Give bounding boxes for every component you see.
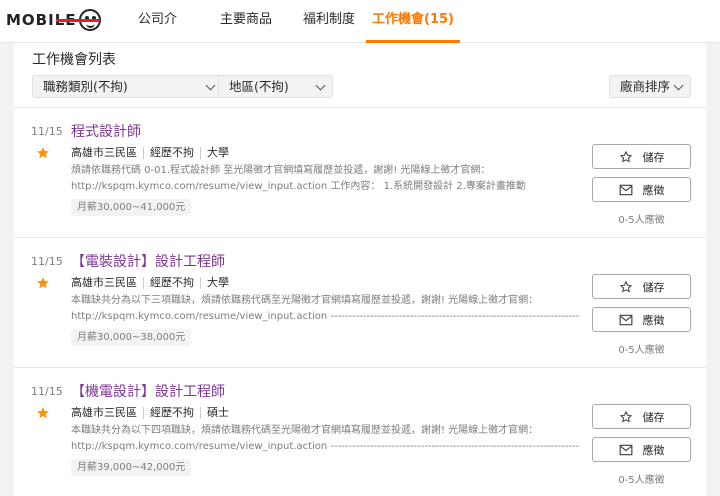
star-filled-icon — [37, 407, 49, 419]
logo-red-bar — [56, 19, 100, 22]
job-description: 煩請依職務代碼 0-01.程式設計師 至光陽徵才官網填寫履歷並投遞，謝謝! 光陽… — [71, 163, 579, 195]
job-item: 11/15 【電裝設計】設計工程師 高雄市三民區 經歷不拘 大學 本職缺共分為以… — [14, 238, 706, 368]
star-filled-icon — [37, 277, 49, 289]
sort-filter[interactable]: 廠商排序 — [609, 75, 691, 98]
company-tabs: 公司介紹 主要商品 福利制度 工作機會(15) — [138, 0, 460, 67]
panel-title: 工作機會列表 — [32, 52, 116, 68]
save-button[interactable]: 儲存 — [592, 274, 691, 299]
star-filled-icon — [37, 147, 49, 159]
envelope-icon — [619, 184, 632, 195]
sort-filter-label: 廠商排序 — [620, 79, 671, 94]
job-description-line: http://kspqm.kymco.com/resume/view_input… — [71, 181, 526, 192]
apply-button-label: 應徵 — [642, 443, 665, 457]
tab-company-intro[interactable]: 公司介紹 — [138, 0, 200, 67]
job-location: 高雄市三民區 — [71, 276, 137, 289]
job-list-panel: 工作機會列表 職務類別(不拘) 地區(不拘) 廠商排序 11/15 程式設計師 … — [14, 43, 706, 496]
job-meta: 高雄市三民區 經歷不拘 大學 — [71, 147, 235, 159]
job-location: 高雄市三民區 — [71, 146, 137, 159]
apply-button[interactable]: 應徵 — [592, 437, 691, 462]
job-description-line: http://kspqm.kymco.com/resume/view_input… — [71, 311, 579, 322]
tab-benefits[interactable]: 福利制度 — [292, 0, 366, 43]
job-date: 11/15 — [31, 385, 63, 398]
job-education: 大學 — [200, 147, 235, 159]
star-outline-icon — [619, 150, 632, 162]
applicant-count: 0-5人應徵 — [618, 345, 665, 356]
applicant-count: 0-5人應徵 — [618, 475, 665, 486]
job-education: 大學 — [200, 277, 235, 289]
save-button-label: 儲存 — [642, 150, 665, 164]
job-experience: 經歷不拘 — [143, 147, 200, 159]
job-description: 本職缺共分為以下三項職缺，煩請依職務代碼至光陽徵才官網填寫履歷並投遞，謝謝! 光… — [71, 293, 579, 325]
job-experience: 經歷不拘 — [143, 277, 200, 289]
top-navigation: MOBILE 公司介紹 主要商品 福利制度 工作機會(15) — [0, 0, 720, 67]
star-outline-icon — [619, 410, 632, 422]
chevron-down-icon — [673, 80, 684, 91]
tab-job-openings[interactable]: 工作機會(15) — [366, 0, 460, 43]
save-button-label: 儲存 — [642, 410, 665, 424]
category-filter-label: 職務類別(不拘) — [43, 79, 128, 94]
job-title-link[interactable]: 程式設計師 — [71, 121, 141, 141]
chevron-down-icon — [205, 80, 216, 91]
job-education: 碩士 — [200, 407, 235, 419]
envelope-icon — [619, 314, 632, 325]
job-meta: 高雄市三民區 經歷不拘 大學 — [71, 277, 235, 289]
job-title-link[interactable]: 【電裝設計】設計工程師 — [71, 251, 225, 271]
save-button-label: 儲存 — [642, 280, 665, 294]
job-item: 11/15 程式設計師 高雄市三民區 經歷不拘 大學 煩請依職務代碼 0-01.… — [14, 108, 706, 238]
save-button[interactable]: 儲存 — [592, 144, 691, 169]
salary-badge: 月薪30,000~38,000元 — [71, 329, 192, 346]
chevron-down-icon — [315, 80, 326, 91]
apply-button[interactable]: 應徵 — [592, 307, 691, 332]
job-experience: 經歷不拘 — [143, 407, 200, 419]
applicant-count: 0-5人應徵 — [618, 215, 665, 226]
apply-button-label: 應徵 — [642, 183, 665, 197]
job-meta: 高雄市三民區 經歷不拘 碩士 — [71, 407, 235, 419]
area-filter[interactable]: 地區(不拘) — [218, 75, 333, 98]
job-description-line: 煩請依職務代碼 0-01.程式設計師 至光陽徵才官網填寫履歷並投遞，謝謝! 光陽… — [71, 165, 491, 176]
area-filter-label: 地區(不拘) — [229, 79, 289, 94]
tab-main-products[interactable]: 主要商品 — [200, 0, 292, 43]
star-outline-icon — [619, 280, 632, 292]
job-description-line: 本職缺共分為以下三項職缺，煩請依職務代碼至光陽徵才官網填寫履歷並投遞，謝謝! 光… — [71, 295, 539, 306]
job-item: 11/15 【機電設計】設計工程師 高雄市三民區 經歷不拘 碩士 本職缺共分為以… — [14, 368, 706, 496]
envelope-icon — [619, 444, 632, 455]
apply-button[interactable]: 應徵 — [592, 177, 691, 202]
job-description-line: http://kspqm.kymco.com/resume/view_input… — [71, 441, 579, 452]
salary-badge: 月薪30,000~41,000元 — [71, 199, 192, 216]
job-description: 本職缺共分為以下四項職缺，煩請依職務代碼至光陽徵才官網填寫履歷並投遞，謝謝! 光… — [71, 423, 579, 455]
category-filter[interactable]: 職務類別(不拘) — [32, 75, 223, 98]
job-date: 11/15 — [31, 255, 63, 268]
salary-badge: 月薪39,000~42,000元 — [71, 459, 192, 476]
apply-button-label: 應徵 — [642, 313, 665, 327]
job-location: 高雄市三民區 — [71, 406, 137, 419]
job-title-link[interactable]: 【機電設計】設計工程師 — [71, 381, 225, 401]
save-button[interactable]: 儲存 — [592, 404, 691, 429]
job-date: 11/15 — [31, 125, 63, 138]
job-description-line: 本職缺共分為以下四項職缺，煩請依職務代碼至光陽徵才官網填寫履歷並投遞，謝謝! 光… — [71, 425, 539, 436]
